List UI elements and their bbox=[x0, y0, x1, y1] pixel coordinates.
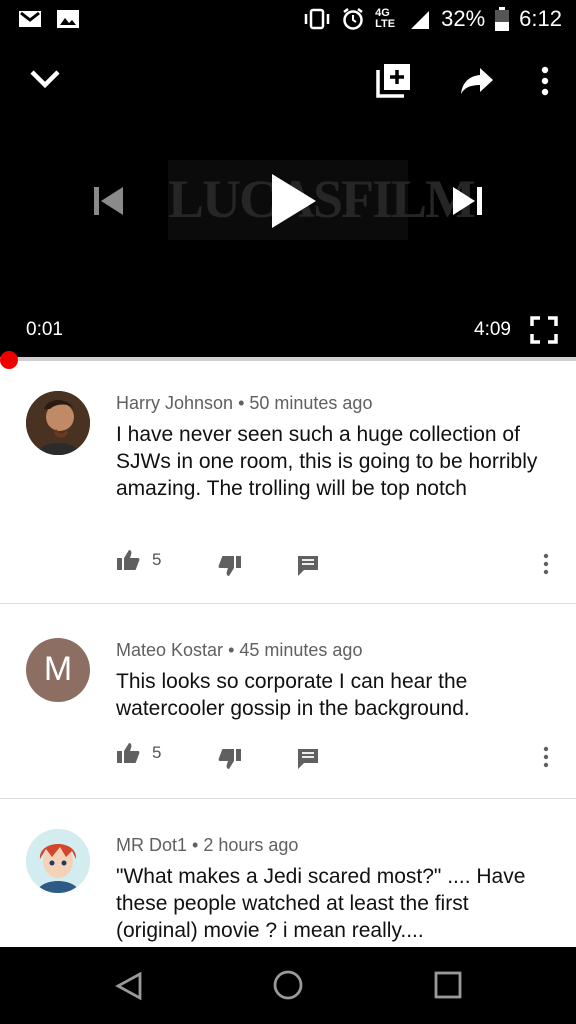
like-button[interactable]: 5 bbox=[116, 742, 161, 764]
thumbs-up-icon bbox=[117, 550, 140, 570]
dislike-button[interactable] bbox=[218, 555, 242, 577]
network-label: 4G LTE bbox=[375, 7, 396, 30]
comment-meta: Harry Johnson • 50 minutes ago bbox=[116, 393, 372, 414]
comment-more-icon[interactable] bbox=[542, 553, 550, 575]
battery-icon bbox=[495, 7, 510, 31]
home-icon[interactable] bbox=[272, 969, 304, 1001]
comment-author[interactable]: MR Dot1 bbox=[116, 835, 187, 855]
like-button[interactable]: 5 bbox=[116, 549, 161, 571]
current-time: 0:01 bbox=[26, 319, 63, 340]
comment-age: 45 minutes ago bbox=[239, 640, 363, 660]
image-icon bbox=[57, 10, 79, 28]
recents-icon[interactable] bbox=[434, 971, 462, 999]
comment-author[interactable]: Mateo Kostar bbox=[116, 640, 223, 660]
comment-item: MR Dot1 • 2 hours ago "What makes a Jedi… bbox=[0, 799, 576, 947]
avatar[interactable] bbox=[26, 829, 90, 893]
comment-actions: 5 bbox=[116, 742, 560, 772]
thumbs-up-icon bbox=[117, 743, 140, 763]
comment-meta: MR Dot1 • 2 hours ago bbox=[116, 835, 298, 856]
clock-time: 6:12 bbox=[519, 6, 562, 31]
comment-more-icon[interactable] bbox=[542, 746, 550, 768]
vibrate-icon bbox=[304, 8, 330, 30]
status-bar: 4G LTE 32% 6:12 bbox=[0, 0, 576, 40]
thumbs-down-icon bbox=[218, 556, 241, 576]
comment-item: Harry Johnson • 50 minutes ago I have ne… bbox=[0, 361, 576, 604]
comment-text: This looks so corporate I can hear the w… bbox=[116, 670, 470, 720]
fullscreen-icon[interactable] bbox=[530, 316, 558, 344]
comment-author[interactable]: Harry Johnson bbox=[116, 393, 233, 413]
comment-age: 2 hours ago bbox=[203, 835, 299, 855]
back-icon[interactable] bbox=[114, 971, 144, 1001]
share-icon[interactable] bbox=[460, 66, 494, 96]
comment-actions: 5 bbox=[116, 549, 560, 579]
like-count: 5 bbox=[152, 550, 162, 569]
alarm-icon bbox=[343, 8, 363, 30]
comments-list: Harry Johnson • 50 minutes ago I have ne… bbox=[0, 361, 576, 947]
avatar[interactable] bbox=[26, 391, 90, 455]
video-player[interactable]: LUCASFILM 0:01 4:09 bbox=[0, 40, 576, 360]
meta-separator: • bbox=[187, 835, 204, 855]
reply-button[interactable] bbox=[296, 748, 320, 770]
comment-age: 50 minutes ago bbox=[249, 393, 373, 413]
meta-separator: • bbox=[233, 393, 250, 413]
avatar[interactable]: M bbox=[26, 638, 90, 702]
comment-icon bbox=[298, 556, 318, 576]
duration: 4:09 bbox=[474, 319, 511, 340]
reply-button[interactable] bbox=[296, 555, 320, 577]
battery-percent: 32% bbox=[441, 6, 486, 31]
comment-item: M Mateo Kostar • 45 minutes ago This loo… bbox=[0, 604, 576, 799]
like-count: 5 bbox=[152, 743, 162, 762]
thumbs-down-icon bbox=[218, 749, 241, 769]
meta-separator: • bbox=[223, 640, 240, 660]
comment-text: "What makes a Jedi scared most?" .... Ha… bbox=[116, 865, 526, 942]
collapse-chevron-icon[interactable] bbox=[28, 64, 62, 94]
comment-meta: Mateo Kostar • 45 minutes ago bbox=[116, 640, 362, 661]
gmail-icon bbox=[19, 11, 41, 27]
add-to-playlist-icon[interactable] bbox=[376, 62, 412, 98]
comment-text: I have never seen such a huge collection… bbox=[116, 423, 538, 500]
play-icon[interactable] bbox=[266, 172, 318, 230]
next-icon[interactable] bbox=[450, 184, 484, 218]
avatar-initial: M bbox=[43, 650, 73, 688]
signal-icon bbox=[411, 11, 430, 29]
system-nav-bar bbox=[0, 947, 576, 1024]
dislike-button[interactable] bbox=[218, 748, 242, 770]
comment-icon bbox=[298, 749, 318, 769]
previous-icon[interactable] bbox=[92, 184, 126, 218]
more-vert-icon[interactable] bbox=[538, 66, 552, 96]
